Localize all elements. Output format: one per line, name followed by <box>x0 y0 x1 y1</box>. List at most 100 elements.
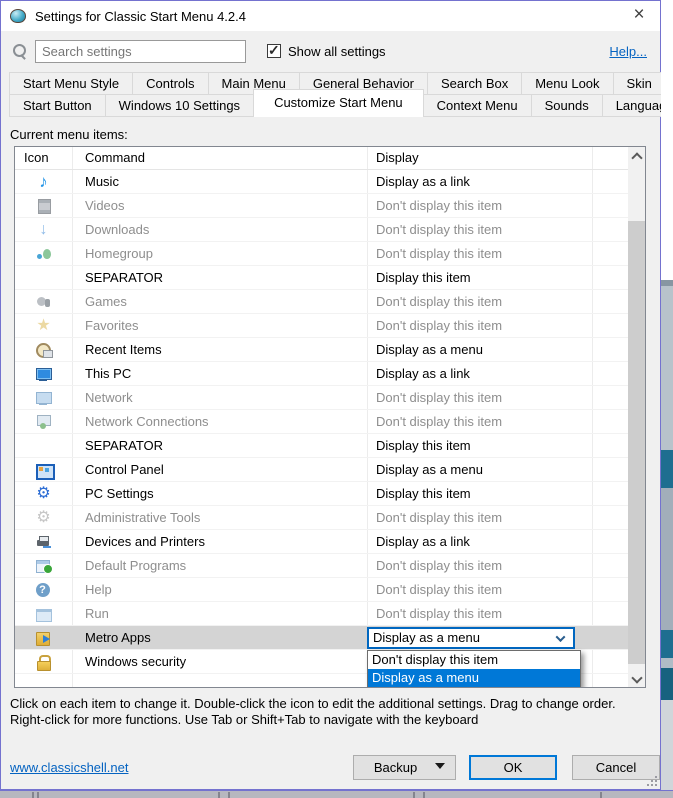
display-cell: Display this item <box>376 270 471 285</box>
download-arrow-icon: ↓ <box>39 220 48 238</box>
list-item-games[interactable]: Games Don't display this item <box>15 290 628 314</box>
command-cell: Downloads <box>85 222 150 237</box>
help-link[interactable]: Help... <box>609 44 647 59</box>
display-cell: Don't display this item <box>376 246 503 261</box>
list-item-favorites[interactable]: ★ Favorites Don't display this item <box>15 314 628 338</box>
tab-sounds[interactable]: Sounds <box>530 94 603 117</box>
vertical-scrollbar[interactable] <box>628 147 645 687</box>
scroll-up-icon[interactable] <box>628 147 645 164</box>
scroll-down-icon[interactable] <box>628 670 645 687</box>
column-header-command: Command <box>85 150 145 165</box>
background-mark <box>413 792 415 798</box>
list-item-administrative-tools[interactable]: ⚙ Administrative Tools Don't display this … <box>15 506 628 530</box>
command-cell: SEPARATOR <box>85 438 164 453</box>
background-mark <box>218 792 220 798</box>
list-item-separator[interactable]: SEPARATOR Display this item <box>15 434 628 458</box>
command-cell: Control Panel <box>85 462 164 477</box>
resize-grip[interactable] <box>646 775 658 787</box>
tab-context-menu[interactable]: Context Menu <box>422 94 532 117</box>
list-item-pc-settings[interactable]: ⚙ PC Settings Display this item <box>15 482 628 506</box>
filler-cell <box>592 218 628 241</box>
ok-button[interactable]: OK <box>469 755 557 780</box>
tab-windows-10-settings[interactable]: Windows 10 Settings <box>104 94 255 117</box>
icon-cell <box>15 266 72 289</box>
display-cell: Display as a menu <box>367 626 592 649</box>
command-cell: Network <box>85 390 133 405</box>
show-all-settings-checkbox[interactable] <box>267 42 281 59</box>
command-cell: This PC <box>85 366 132 381</box>
cancel-button-label: Cancel <box>595 760 637 775</box>
list-item-network-connections[interactable]: Network Connections Don't display this it… <box>15 410 628 434</box>
list-item-this-pc[interactable]: This PC Display as a link <box>15 362 628 386</box>
default-programs-icon <box>35 558 53 574</box>
tab-strip: Start Menu Style Controls Main Menu General… <box>9 72 673 117</box>
display-cell: Display this item <box>376 438 471 453</box>
list-item-default-programs[interactable]: Default Programs Don't display this item <box>15 554 628 578</box>
tab-controls[interactable]: Controls <box>132 72 209 95</box>
menu-items-list: Icon Command Display ♪ Music Display as a … <box>14 146 646 688</box>
filler-cell <box>592 242 628 265</box>
icon-cell: ⚙ <box>15 482 72 505</box>
list-item-network[interactable]: Network Don't display this item <box>15 386 628 410</box>
bottom-bar: www.classicshell.net Backup OK Cancel <box>1 755 660 780</box>
tab-skin[interactable]: Skin <box>612 72 666 95</box>
classic-shell-icon <box>10 9 26 23</box>
ok-button-label: OK <box>503 760 523 775</box>
column-header-icon: Icon <box>24 150 49 165</box>
list-item-metro-apps[interactable]: Metro Apps Display as a menu <box>15 626 628 650</box>
display-combobox[interactable]: Display as a menu <box>367 627 575 649</box>
dropdown-option-display-as-a-menu[interactable]: Display as a menu <box>368 669 580 687</box>
filler-cell <box>592 650 628 673</box>
chevron-down-icon <box>555 631 566 642</box>
tab-start-menu-style[interactable]: Start Menu Style <box>9 72 134 95</box>
title-bar: Settings for Classic Start Menu 4.2.4 <box>1 1 660 31</box>
recent-items-icon <box>35 342 53 358</box>
list-item-music[interactable]: ♪ Music Display as a link <box>15 170 628 194</box>
filler-cell <box>592 410 628 433</box>
list-item-devices-and-printers[interactable]: Devices and Printers Display as a link <box>15 530 628 554</box>
homegroup-icon <box>35 246 53 262</box>
filler-cell <box>592 194 628 217</box>
tab-customize-start-menu[interactable]: Customize Start Menu <box>253 89 424 117</box>
icon-cell: ♪ <box>15 170 72 193</box>
settings-dialog: Settings for Classic Start Menu 4.2.4 Sh… <box>0 0 673 790</box>
command-cell: Homegroup <box>85 246 153 261</box>
filler-cell <box>592 314 628 337</box>
list-item-homegroup[interactable]: Homegroup Don't display this item <box>15 242 628 266</box>
display-cell: Display this item <box>376 486 471 501</box>
scrollbar-thumb[interactable] <box>628 221 645 664</box>
instructions-line-2: Right-click for more functions. Use Tab … <box>10 712 479 727</box>
close-icon[interactable] <box>618 1 660 31</box>
filler-cell <box>592 602 628 625</box>
search-icon <box>11 42 28 60</box>
icon-cell <box>15 626 72 649</box>
tab-menu-look[interactable]: Menu Look <box>521 72 614 95</box>
list-item-separator[interactable]: SEPARATOR Display this item <box>15 266 628 290</box>
control-panel-icon <box>35 462 55 480</box>
list-item-videos[interactable]: Videos Don't display this item <box>15 194 628 218</box>
search-input[interactable] <box>35 39 246 63</box>
tab-search-box[interactable]: Search Box <box>427 72 523 95</box>
list-item-help[interactable]: Help Don't display this item <box>15 578 628 602</box>
list-item-run[interactable]: Run Don't display this item <box>15 602 628 626</box>
tab-start-button[interactable]: Start Button <box>9 94 106 117</box>
list-item-control-panel[interactable]: Control Panel Display as a menu <box>15 458 628 482</box>
display-dropdown-list: Don't display this item Display as a menu <box>367 650 581 687</box>
dropdown-option-don-t-display-this-item[interactable]: Don't display this item <box>368 651 580 669</box>
backup-button[interactable]: Backup <box>353 755 456 780</box>
filler-cell <box>592 578 628 601</box>
this-pc-icon <box>35 366 53 382</box>
column-header-display: Display <box>376 150 419 165</box>
list-item-recent-items[interactable]: Recent Items Display as a menu <box>15 338 628 362</box>
icon-cell <box>15 194 72 217</box>
display-cell: Don't display this item <box>376 318 503 333</box>
network-icon <box>35 390 53 406</box>
background-window-strip <box>661 0 673 790</box>
website-link[interactable]: www.classicshell.net <box>10 760 129 775</box>
filler-cell <box>592 482 628 505</box>
display-cell: Don't display this item <box>376 198 503 213</box>
network-connections-icon <box>35 414 53 430</box>
list-item-downloads[interactable]: ↓ Downloads Don't display this item <box>15 218 628 242</box>
list-rows: ♪ Music Display as a link Videos Don't displ… <box>15 170 628 674</box>
screen: Settings for Classic Start Menu 4.2.4 Sh… <box>0 0 673 798</box>
